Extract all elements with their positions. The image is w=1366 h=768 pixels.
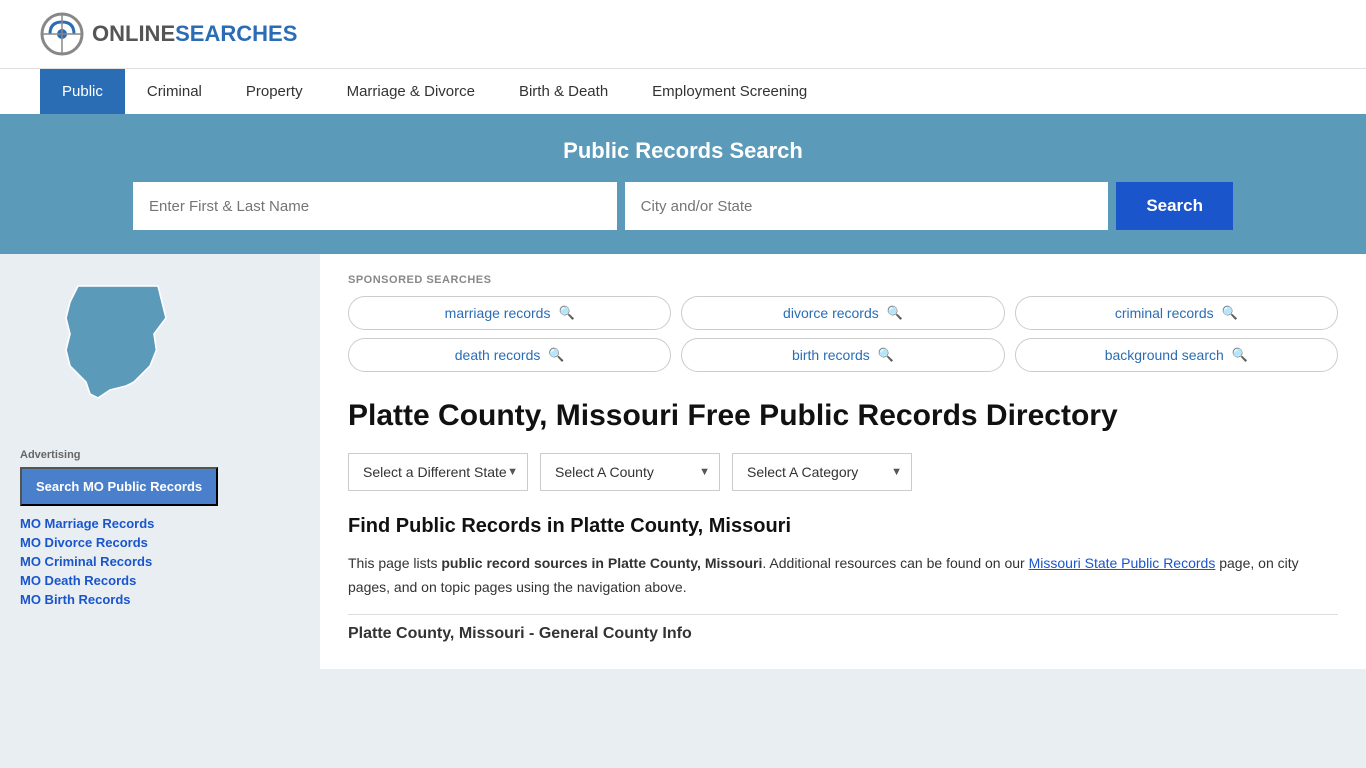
search-form: Search bbox=[133, 182, 1233, 230]
search-icon-divorce: 🔍 bbox=[887, 305, 903, 321]
nav-marriage-divorce[interactable]: Marriage & Divorce bbox=[325, 69, 497, 114]
search-icon-criminal: 🔍 bbox=[1222, 305, 1238, 321]
sidebar-link-death[interactable]: MO Death Records bbox=[20, 573, 300, 588]
dropdowns-row: Select a Different State Select A County… bbox=[348, 453, 1338, 491]
tag-death-link[interactable]: death records bbox=[455, 347, 541, 363]
logo[interactable]: ONLINESEARCHES bbox=[40, 12, 297, 56]
nav-criminal[interactable]: Criminal bbox=[125, 69, 224, 114]
find-paragraph: This page lists public record sources in… bbox=[348, 552, 1338, 600]
county-dropdown[interactable]: Select A County bbox=[540, 453, 720, 491]
category-dropdown[interactable]: Select A Category bbox=[732, 453, 912, 491]
tag-divorce[interactable]: divorce records 🔍 bbox=[681, 296, 1004, 330]
sidebar: Advertising Search MO Public Records MO … bbox=[0, 254, 320, 669]
search-tags-row-1: marriage records 🔍 divorce records 🔍 cri… bbox=[348, 296, 1338, 330]
sponsored-label: SPONSORED SEARCHES bbox=[348, 274, 1338, 286]
search-banner: Public Records Search Search bbox=[0, 114, 1366, 254]
search-icon-birth: 🔍 bbox=[878, 347, 894, 363]
search-button[interactable]: Search bbox=[1116, 182, 1233, 230]
missouri-map-svg bbox=[20, 270, 200, 430]
header: ONLINESEARCHES bbox=[0, 0, 1366, 68]
ad-button[interactable]: Search MO Public Records bbox=[20, 467, 218, 506]
main-container: Advertising Search MO Public Records MO … bbox=[0, 254, 1366, 669]
city-input[interactable] bbox=[625, 182, 1109, 230]
ad-label: Advertising bbox=[20, 449, 300, 461]
find-title: Find Public Records in Platte County, Mi… bbox=[348, 515, 1338, 538]
find-text-2: . Additional resources can be found on o… bbox=[762, 555, 1028, 571]
section-heading: Platte County, Missouri - General County… bbox=[348, 614, 1338, 649]
find-text-bold: public record sources in Platte County, … bbox=[441, 555, 762, 571]
tag-birth[interactable]: birth records 🔍 bbox=[681, 338, 1004, 372]
sidebar-link-divorce[interactable]: MO Divorce Records bbox=[20, 535, 300, 550]
category-dropdown-wrapper: Select A Category bbox=[732, 453, 912, 491]
find-link[interactable]: Missouri State Public Records bbox=[1029, 555, 1216, 571]
tag-marriage[interactable]: marriage records 🔍 bbox=[348, 296, 671, 330]
nav-employment[interactable]: Employment Screening bbox=[630, 69, 829, 114]
sidebar-link-criminal[interactable]: MO Criminal Records bbox=[20, 554, 300, 569]
logo-text: ONLINESEARCHES bbox=[92, 21, 297, 47]
search-tags-row-2: death records 🔍 birth records 🔍 backgrou… bbox=[348, 338, 1338, 372]
search-icon-background: 🔍 bbox=[1232, 347, 1248, 363]
nav-birth-death[interactable]: Birth & Death bbox=[497, 69, 630, 114]
tag-background[interactable]: background search 🔍 bbox=[1015, 338, 1338, 372]
tag-criminal[interactable]: criminal records 🔍 bbox=[1015, 296, 1338, 330]
logo-icon bbox=[40, 12, 84, 56]
tag-death[interactable]: death records 🔍 bbox=[348, 338, 671, 372]
tag-marriage-link[interactable]: marriage records bbox=[445, 305, 551, 321]
county-dropdown-wrapper: Select A County bbox=[540, 453, 720, 491]
state-dropdown[interactable]: Select a Different State bbox=[348, 453, 528, 491]
sidebar-link-marriage[interactable]: MO Marriage Records bbox=[20, 516, 300, 531]
sidebar-link-birth[interactable]: MO Birth Records bbox=[20, 592, 300, 607]
name-input[interactable] bbox=[133, 182, 617, 230]
state-dropdown-wrapper: Select a Different State bbox=[348, 453, 528, 491]
main-nav: Public Criminal Property Marriage & Divo… bbox=[0, 68, 1366, 114]
tag-background-link[interactable]: background search bbox=[1105, 347, 1224, 363]
tag-birth-link[interactable]: birth records bbox=[792, 347, 870, 363]
content-area: SPONSORED SEARCHES marriage records 🔍 di… bbox=[320, 254, 1366, 669]
nav-property[interactable]: Property bbox=[224, 69, 325, 114]
search-icon-death: 🔍 bbox=[548, 347, 564, 363]
search-banner-title: Public Records Search bbox=[40, 138, 1326, 164]
tag-divorce-link[interactable]: divorce records bbox=[783, 305, 879, 321]
find-text-1: This page lists bbox=[348, 555, 441, 571]
nav-public[interactable]: Public bbox=[40, 69, 125, 114]
tag-criminal-link[interactable]: criminal records bbox=[1115, 305, 1214, 321]
search-icon-marriage: 🔍 bbox=[558, 305, 574, 321]
state-map bbox=[20, 270, 300, 433]
page-title: Platte County, Missouri Free Public Reco… bbox=[348, 396, 1338, 435]
